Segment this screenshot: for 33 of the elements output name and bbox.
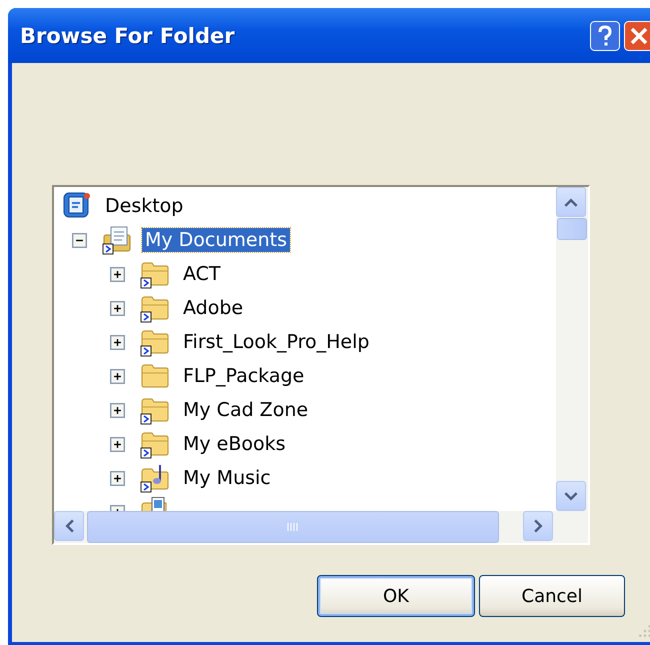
expander-icon[interactable] (110, 266, 125, 282)
scroll-down-icon[interactable] (556, 481, 586, 511)
close-icon[interactable] (624, 20, 650, 50)
tree-item[interactable]: First_Look_Pro_Help (180, 330, 372, 354)
tree-item[interactable]: FLP_Package (180, 364, 308, 388)
expander-icon[interactable] (110, 402, 125, 418)
tree-item[interactable]: My Cad Zone (180, 398, 312, 422)
scroll-right-icon[interactable] (523, 511, 553, 541)
dialog-button[interactable]: Cancel (479, 575, 625, 617)
tree-item[interactable]: Adobe (180, 296, 246, 320)
expander-icon[interactable] (110, 368, 125, 384)
tree-item[interactable]: My eBooks (180, 432, 289, 456)
expander-icon[interactable] (110, 436, 125, 452)
expander-icon[interactable] (110, 300, 125, 316)
resize-grip-icon[interactable] (638, 624, 650, 638)
documents-folder-icon (102, 225, 132, 255)
expander-icon[interactable] (110, 470, 125, 486)
tree-item[interactable]: My Documents (142, 228, 290, 252)
expander-icon[interactable] (110, 334, 125, 350)
scroll-up-icon[interactable] (556, 187, 586, 217)
dialog-button[interactable]: OK (317, 575, 475, 617)
tree-item[interactable]: Desktop (102, 194, 186, 218)
tree-item[interactable]: My Music (180, 466, 274, 490)
scroll-thumb[interactable] (87, 511, 499, 543)
music-folder-icon (140, 463, 170, 493)
expander-icon[interactable] (72, 232, 87, 248)
scroll-left-icon[interactable] (54, 511, 84, 541)
horizontal-scrollbar[interactable] (54, 511, 588, 543)
vertical-scrollbar[interactable] (556, 187, 588, 511)
tree-item[interactable]: ACT (180, 262, 224, 286)
help-icon[interactable] (590, 20, 620, 50)
window-title: Browse For Folder (20, 24, 235, 48)
scroll-thumb[interactable] (557, 218, 587, 240)
